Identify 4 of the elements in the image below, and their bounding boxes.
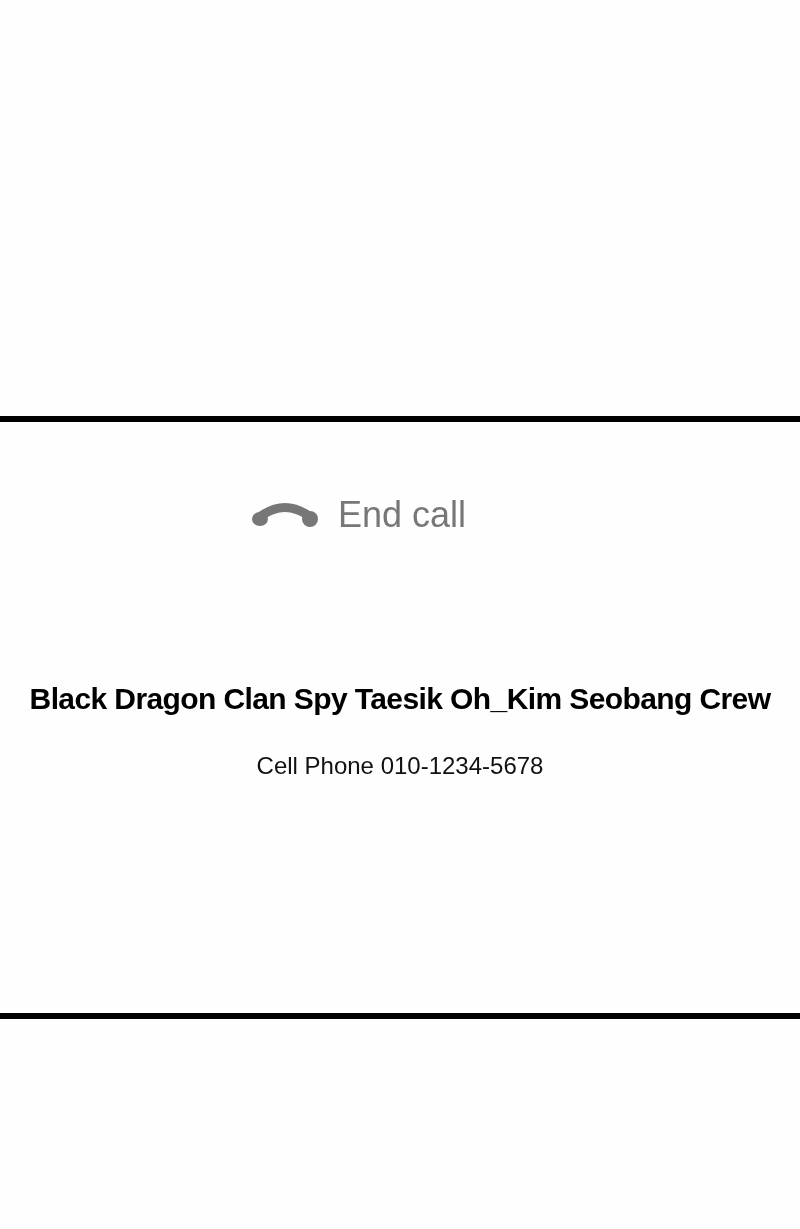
end-call-button[interactable]: End call [249, 492, 469, 538]
phone-handset-icon [251, 502, 318, 528]
contact-name: Black Dragon Clan Spy Taesik Oh_Kim Seobang Crew [29, 681, 771, 717]
phone-number: Cell Phone 010-1234-5678 [256, 751, 544, 781]
